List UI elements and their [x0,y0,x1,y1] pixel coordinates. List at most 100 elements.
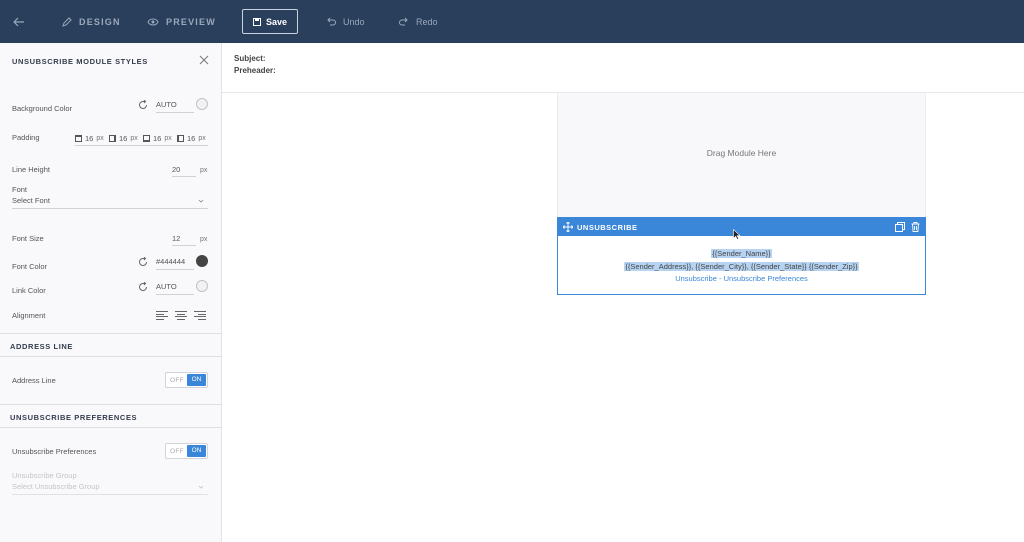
padding-top-value: 16 [85,134,94,143]
pencil-icon [62,16,72,27]
link-color-input[interactable]: AUTO [156,282,194,295]
padding-right-value: 16 [119,134,128,143]
save-label: Save [265,16,288,27]
toggle-on-label: ON [187,374,206,386]
module-title: UNSUBSCRIBE [577,223,638,232]
padding-left-unit: px [198,135,206,142]
unsubscribe-group-value: Select Unsubscribe Group [12,482,100,491]
padding-bottom-unit: px [164,135,172,142]
address-line-section-header[interactable]: ADDRESS LINE [0,333,221,357]
address-line-label: Address Line [12,376,56,385]
align-right-icon[interactable] [194,311,206,320]
align-left-icon[interactable] [156,311,168,320]
padding-label: Padding [12,133,40,142]
line-height-label: Line Height [12,165,50,174]
background-color-value: AUTO [156,100,177,109]
font-color-swatch[interactable] [196,255,208,267]
design-label: DESIGN [79,16,121,27]
unsubscribe-preferences-link[interactable]: Unsubscribe Preferences [724,274,808,283]
sender-address-line: {{Sender_Address}}, {{Sender_City}}, {{S… [558,262,925,271]
background-color-input[interactable]: AUTO [156,100,194,113]
toggle-off-label: OFF [170,447,184,455]
background-color-swatch[interactable] [196,98,208,110]
line-height-unit: px [200,167,208,174]
floppy-disk-icon [252,17,261,26]
font-color-input[interactable]: #444444 [156,257,194,270]
padding-right-input[interactable]: 16 px [109,134,138,143]
toggle-off-label: OFF [170,376,184,384]
padding-top-input[interactable]: 16 px [75,134,104,143]
back-button[interactable] [13,0,25,43]
unsubscribe-link[interactable]: Unsubscribe [675,274,717,283]
unsubscribe-preferences-toggle[interactable]: OFF ON [165,443,208,459]
redo-button[interactable]: Redo [399,0,438,43]
undo-icon [327,17,336,26]
chevron-down-icon [198,199,204,203]
padding-top-unit: px [96,135,104,142]
link-color-swatch[interactable] [196,280,208,292]
align-center-icon[interactable] [175,311,187,320]
reset-icon[interactable] [138,282,148,292]
back-arrow-icon [13,17,24,26]
reset-icon[interactable] [138,100,148,110]
link-separator: - [718,274,722,283]
unsubscribe-group-label: Unsubscribe Group [12,471,77,480]
unsubscribe-preferences-section-title: UNSUBSCRIBE PREFERENCES [10,413,138,422]
module-styles-panel: UNSUBSCRIBE MODULE STYLES Background Col… [0,43,222,542]
link-color-value: AUTO [156,282,177,291]
padding-right-unit: px [130,135,138,142]
address-line-toggle[interactable]: OFF ON [165,372,208,388]
padding-top-icon [75,135,82,142]
font-select[interactable]: Select Font [12,196,208,209]
redo-label: Redo [416,16,438,27]
unsubscribe-preferences-label: Unsubscribe Preferences [12,447,97,456]
padding-left-input[interactable]: 16 px [177,134,206,143]
move-icon[interactable] [563,222,573,232]
padding-underline [75,145,208,146]
drag-module-dropzone[interactable]: Drag Module Here [557,93,926,217]
address-line-section-title: ADDRESS LINE [10,342,74,351]
top-toolbar: DESIGN PREVIEW Save Undo Redo [0,0,1024,43]
preview-label: PREVIEW [166,16,216,27]
duplicate-icon[interactable] [895,222,905,232]
padding-bottom-icon [143,135,150,142]
unsubscribe-preferences-section-header[interactable]: UNSUBSCRIBE PREFERENCES [0,404,221,428]
sender-address-text: {{Sender_Address}}, {{Sender_City}}, {{S… [624,262,859,271]
unsubscribe-module[interactable]: UNSUBSCRIBE {{Sender_Name}} {{Sender_Add… [557,217,926,295]
font-color-label: Font Color [12,262,48,271]
undo-label: Undo [343,16,365,27]
sender-name-text: {{Sender_Name}} [711,249,772,258]
subject-label[interactable]: Subject: [234,54,266,63]
redo-icon [399,17,408,26]
padding-bottom-input[interactable]: 16 px [143,134,172,143]
close-icon[interactable] [199,55,209,65]
font-size-label: Font Size [12,234,44,243]
save-button[interactable]: Save [242,9,298,34]
chevron-down-icon [198,485,204,489]
unsubscribe-links-line: Unsubscribe - Unsubscribe Preferences [558,274,925,283]
email-header: Subject: Preheader: [222,43,1024,93]
font-label: Font [12,185,28,194]
unsubscribe-group-select[interactable]: Select Unsubscribe Group [12,482,208,495]
drag-module-text: Drag Module Here [706,148,777,158]
panel-title: UNSUBSCRIBE MODULE STYLES [12,57,148,66]
font-size-value: 12 [172,234,181,243]
preheader-label[interactable]: Preheader: [234,66,276,75]
padding-left-value: 16 [187,134,196,143]
font-size-input[interactable]: 12 [172,234,196,246]
padding-left-icon [177,135,184,142]
eye-icon [147,18,159,25]
trash-icon[interactable] [911,222,920,232]
font-size-unit: px [200,236,208,243]
line-height-value: 20 [172,165,181,174]
design-tab[interactable]: DESIGN [62,0,121,43]
preview-tab[interactable]: PREVIEW [147,0,216,43]
background-color-label: Background Color [12,104,73,113]
module-toolbar: UNSUBSCRIBE [558,218,925,236]
toggle-on-label: ON [187,445,206,457]
reset-icon[interactable] [138,257,148,267]
line-height-input[interactable]: 20 [172,165,196,177]
mouse-cursor-icon [733,229,741,240]
undo-button[interactable]: Undo [326,0,365,43]
font-color-value: #444444 [156,257,186,266]
